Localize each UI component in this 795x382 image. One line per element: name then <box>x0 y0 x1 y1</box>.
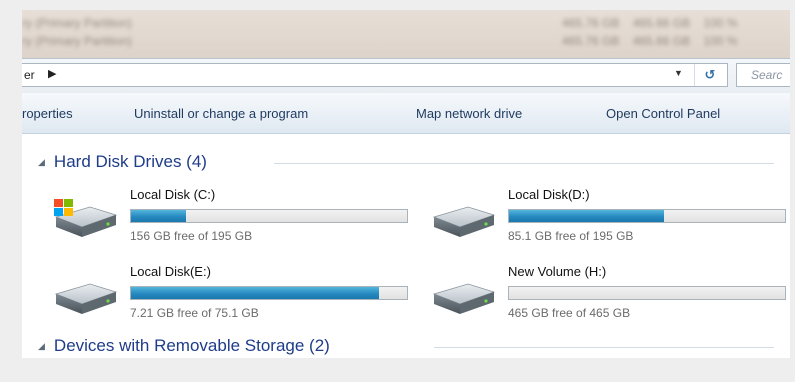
usage-bar <box>508 286 786 300</box>
hard-disk-group-header[interactable]: ◢ Hard Disk Drives (4) <box>38 151 207 173</box>
free-space-text: 85.1 GB free of 195 GB <box>508 229 634 243</box>
removable-storage-group-header[interactable]: ◢ Devices with Removable Storage (2) <box>38 335 330 357</box>
usage-bar-fill <box>131 287 380 299</box>
group-divider <box>274 163 774 164</box>
group-divider <box>434 347 774 348</box>
open-control-panel-button[interactable]: Open Control Panel <box>606 106 720 121</box>
partition-list-blurred: ry (Primary Partition) ry (Primary Parti… <box>22 10 790 58</box>
drive-name: Local Disk(E:) <box>130 264 211 279</box>
drive-item[interactable]: Local Disk (C:) 156 GB free of 195 GB <box>52 187 412 249</box>
search-input[interactable]: Searc <box>736 63 790 87</box>
drive-item[interactable]: New Volume (H:) 465 GB free of 465 GB <box>430 264 790 326</box>
usage-bar <box>130 286 408 300</box>
hard-drive-icon <box>432 283 496 314</box>
command-bar: roperties Uninstall or change a program … <box>22 93 790 134</box>
collapse-triangle-icon[interactable]: ◢ <box>38 341 45 352</box>
chevron-down-icon[interactable]: ▼ <box>674 68 683 78</box>
breadcrumb-arrow-icon[interactable]: ▶ <box>48 67 56 80</box>
hard-drive-icon <box>54 283 118 314</box>
address-field[interactable]: er ▶ ▼ ↺ <box>22 63 728 87</box>
collapse-triangle-icon[interactable]: ◢ <box>38 157 45 168</box>
drive-item[interactable]: Local Disk(D:) 85.1 GB free of 195 GB <box>430 187 790 249</box>
uninstall-program-button[interactable]: Uninstall or change a program <box>134 106 308 121</box>
drive-name: Local Disk (C:) <box>130 187 216 202</box>
map-network-drive-button[interactable]: Map network drive <box>416 106 522 121</box>
drive-name: Local Disk(D:) <box>508 187 590 202</box>
windows-drive-icon <box>54 199 118 237</box>
address-bar: er ▶ ▼ ↺ Searc <box>22 58 790 94</box>
drive-name: New Volume (H:) <box>508 264 607 279</box>
drive-item[interactable]: Local Disk(E:) 7.21 GB free of 75.1 GB <box>52 264 412 326</box>
properties-button[interactable]: roperties <box>22 106 73 121</box>
free-space-text: 7.21 GB free of 75.1 GB <box>130 306 259 320</box>
search-placeholder: Searc <box>751 68 783 82</box>
free-space-text: 465 GB free of 465 GB <box>508 306 631 320</box>
usage-bar <box>130 209 408 223</box>
group-title: Devices with Removable Storage (2) <box>53 336 330 355</box>
usage-bar <box>508 209 786 223</box>
free-space-text: 156 GB free of 195 GB <box>130 229 253 243</box>
drive-list: ◢ Hard Disk Drives (4) Local Disk (C:) 1… <box>22 134 790 358</box>
usage-bar-fill <box>509 210 664 222</box>
usage-bar-fill <box>131 210 187 222</box>
refresh-button[interactable]: ↺ <box>694 64 725 86</box>
explorer-window: ry (Primary Partition) ry (Primary Parti… <box>22 10 790 358</box>
group-title: Hard Disk Drives (4) <box>53 152 207 171</box>
hard-drive-icon <box>432 206 496 237</box>
address-path: er <box>24 68 35 82</box>
